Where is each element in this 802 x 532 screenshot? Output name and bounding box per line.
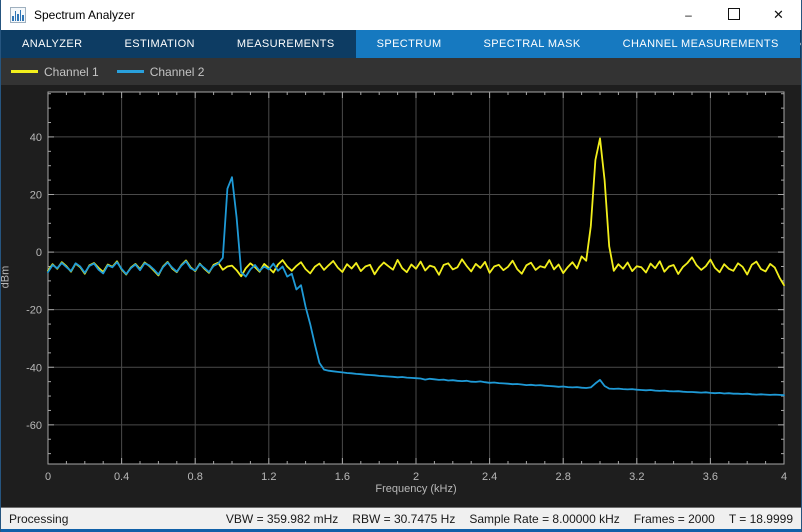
window-controls: – ✕	[666, 0, 801, 30]
legend-item-channel-2[interactable]: Channel 2	[116, 64, 205, 79]
status-processing: Processing	[9, 511, 69, 526]
y-tick-label: -20	[26, 305, 42, 317]
x-tick-label: 0.8	[188, 471, 203, 483]
legend-item-channel-1[interactable]: Channel 1	[11, 65, 99, 79]
status-rbw: RBW = 30.7475 Hz	[352, 511, 456, 526]
x-tick-label: 2.4	[482, 471, 497, 483]
status-time: T = 18.9999	[728, 511, 793, 526]
window-title: Spectrum Analyzer	[34, 8, 135, 22]
tab-channel-measurements[interactable]: CHANNEL MEASUREMENTS	[602, 30, 800, 58]
status-sample-rate: Sample Rate = 8.00000 kHz	[469, 511, 620, 526]
x-tick-label: 1.6	[335, 471, 350, 483]
close-button[interactable]: ✕	[756, 0, 801, 30]
y-tick-label: 40	[30, 132, 42, 144]
spectrum-analyzer-window: Spectrum Analyzer – ✕ ANALYZER ESTIMATIO…	[0, 0, 802, 532]
legend-bar: Channel 1 Channel 2	[1, 58, 801, 85]
status-vbw: VBW = 359.982 mHz	[225, 511, 339, 526]
x-tick-label: 0	[45, 471, 51, 483]
legend-label: Channel 1	[44, 64, 99, 79]
minimize-button[interactable]: –	[666, 0, 711, 30]
y-tick-label: -60	[26, 420, 42, 432]
y-tick-label: -40	[26, 362, 42, 374]
tab-estimation[interactable]: ESTIMATION	[103, 30, 215, 58]
tab-spectrum[interactable]: SPECTRUM	[356, 30, 463, 58]
status-frames: Frames = 2000	[633, 511, 715, 526]
y-tick-label: 20	[30, 190, 42, 202]
x-tick-label: 0.4	[114, 471, 129, 483]
y-tick-label: 0	[36, 247, 42, 259]
title-bar: Spectrum Analyzer – ✕	[1, 0, 801, 30]
x-tick-label: 3.6	[703, 471, 718, 483]
x-axis-label: Frequency (kHz)	[375, 483, 457, 495]
channel-1-line-swatch	[11, 70, 38, 73]
x-tick-label: 2	[413, 471, 419, 483]
legend-label: Channel 2	[149, 64, 205, 79]
x-tick-label: 2.8	[556, 471, 571, 483]
plot-area: 0 0.4 0.8 1.2 1.6 2 2.4 2.8 3.2 3.6 4 40 20 0 -20 -40 -6…	[1, 85, 801, 507]
maximize-button[interactable]	[711, 0, 756, 30]
y-axis-label: dBm	[0, 265, 12, 289]
tab-analyzer[interactable]: ANALYZER	[1, 30, 103, 58]
x-tick-label: 4	[781, 471, 787, 483]
maximize-icon	[727, 8, 740, 21]
contextual-tab-group: SPECTRUM SPECTRAL MASK CHANNEL MEASUREME…	[355, 30, 800, 58]
channel-2-line-swatch	[116, 70, 144, 73]
x-tick-label: 1.2	[261, 471, 276, 483]
status-metrics: VBW = 359.982 mHz RBW = 30.7475 Hz Sampl…	[212, 512, 793, 526]
spectrum-plot-svg[interactable]: 0 0.4 0.8 1.2 1.6 2 2.4 2.8 3.2 3.6 4 40 20 0 -20 -40 -6…	[1, 85, 801, 507]
x-tick-label: 3.2	[629, 471, 644, 483]
status-bar: Processing VBW = 359.982 mHz RBW = 30.74…	[1, 507, 801, 529]
app-histogram-icon	[10, 7, 26, 23]
toolstrip: ANALYZER ESTIMATION MEASUREMENTS SPECTRU…	[1, 30, 801, 58]
tab-measurements[interactable]: MEASUREMENTS	[216, 30, 356, 58]
tab-spectral-mask[interactable]: SPECTRAL MASK	[463, 30, 602, 58]
